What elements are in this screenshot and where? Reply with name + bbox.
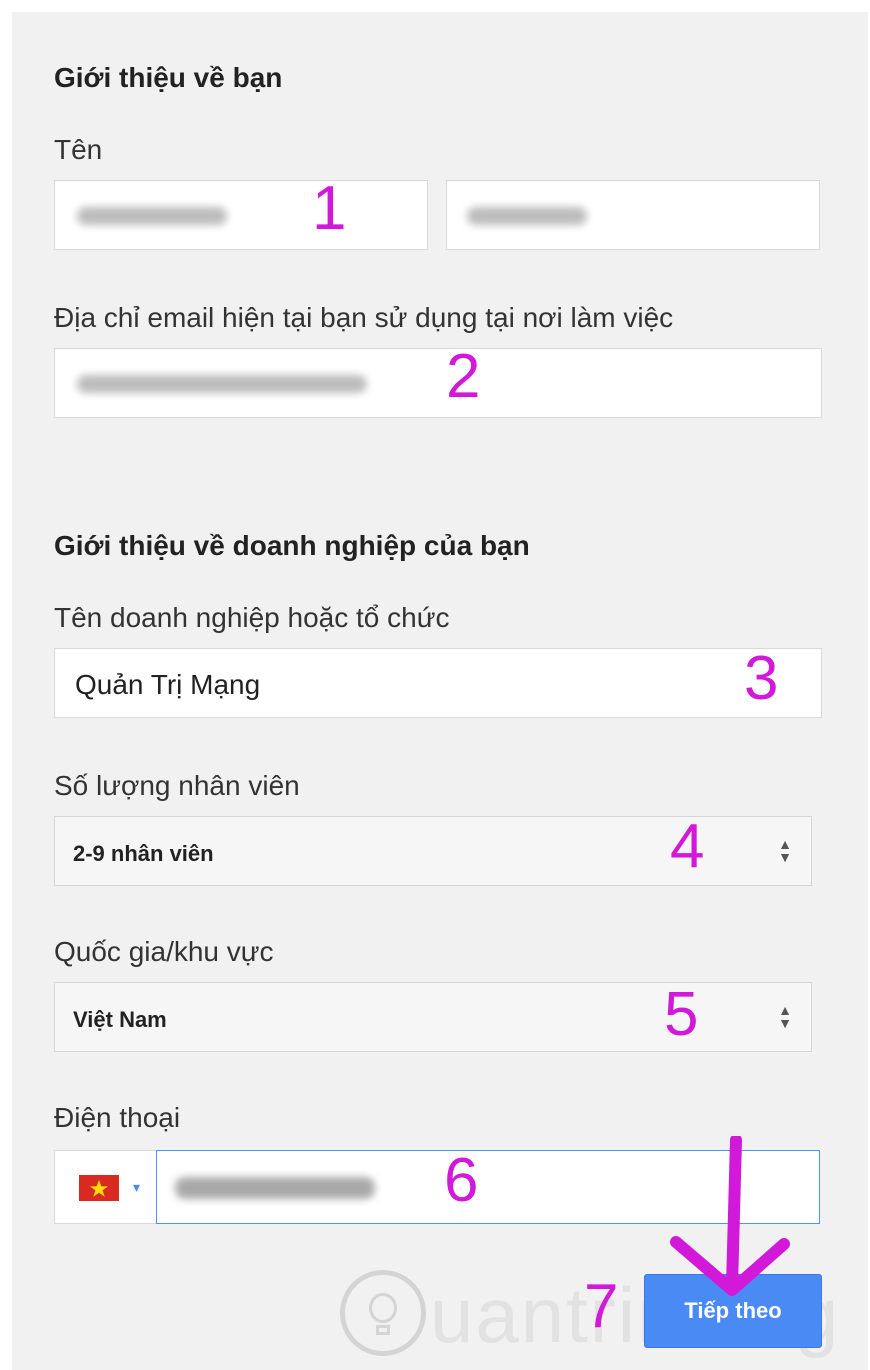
country-value: Việt Nam [73,1007,167,1032]
employees-value: 2-9 nhân viên [73,841,214,866]
annotation-4: 4 [670,812,705,881]
redacted-last-name [467,207,587,225]
org-name-value: Quản Trị Mạng [75,669,261,700]
name-label: Tên [54,134,103,165]
annotation-3: 3 [744,644,779,713]
first-name-field[interactable] [54,180,428,250]
redacted-first-name [77,207,227,225]
redacted-email [77,375,367,393]
annotation-1: 1 [312,174,347,243]
section-title-about-you: Giới thiệu về bạn [54,62,283,93]
email-label: Địa chỉ email hiện tại bạn sử dụng tại n… [54,302,674,333]
annotation-6: 6 [444,1146,479,1215]
vietnam-flag-icon [79,1175,119,1201]
annotation-5: 5 [664,980,699,1049]
redacted-phone [175,1177,375,1199]
country-code-picker[interactable]: ▾ [54,1150,160,1224]
lightbulb-logo-icon [340,1270,426,1356]
annotation-2: 2 [446,342,481,411]
select-arrows-icon: ▲ ▼ [778,836,792,865]
email-field[interactable] [54,348,822,418]
section-title-business: Giới thiệu về doanh nghiệp của bạn [54,530,530,561]
arrow-annotation-icon [670,1136,790,1296]
phone-label: Điện thoại [54,1102,181,1133]
chevron-down-icon: ▾ [133,1179,141,1195]
annotation-7: 7 [584,1272,619,1341]
org-name-label: Tên doanh nghiệp hoặc tổ chức [54,602,450,633]
employees-label: Số lượng nhân viên [54,770,300,801]
org-name-field[interactable]: Quản Trị Mạng [54,648,822,718]
select-arrows-icon: ▲ ▼ [778,1002,792,1031]
country-label: Quốc gia/khu vực [54,936,274,967]
last-name-field[interactable] [446,180,820,250]
